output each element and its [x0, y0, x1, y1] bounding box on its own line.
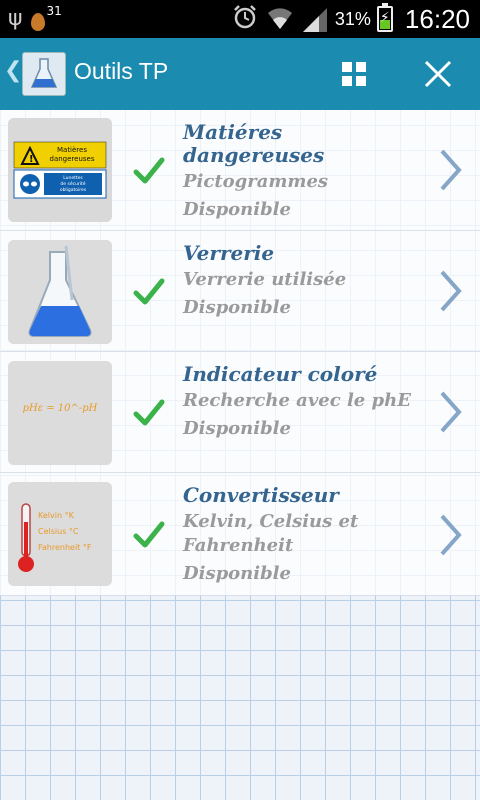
action-bar: ❮ Outils TP — [0, 38, 480, 110]
up-caret-icon[interactable]: ❮ — [4, 58, 22, 83]
item-text: Verrerie Verrerie utilisée Disponible — [183, 242, 433, 320]
grid-view-button[interactable] — [336, 54, 372, 94]
item-status: Disponible — [183, 563, 291, 584]
safety-label-line1: Lunettes — [63, 175, 83, 181]
item-text: Indicateur coloré Recherche avec le phE … — [183, 363, 433, 441]
safety-label-line3: obligatoires — [60, 187, 87, 193]
item-subtitle: Recherche avec le phE — [183, 390, 411, 411]
battery-percent: 31% — [334, 8, 371, 29]
check-icon — [133, 278, 165, 305]
item-subtitle: Pictogrammes — [183, 171, 329, 192]
thermometer-thumbnail: Kelvin °K Celsius °C Fahrenheit °F — [8, 482, 112, 586]
item-subtitle: Verrerie utilisée — [183, 269, 347, 290]
item-status: Disponible — [183, 297, 291, 318]
notification-count: 31 — [46, 4, 62, 18]
erlenmeyer-flask-thumbnail — [8, 240, 112, 344]
wifi-icon — [265, 3, 295, 35]
list-item-convertisseur[interactable]: Kelvin °K Celsius °C Fahrenheit °F Conve… — [0, 473, 480, 596]
chevron-right-icon — [440, 149, 462, 191]
chevron-right-icon — [440, 391, 462, 433]
item-subtitle-line1: Kelvin, Celsius et — [183, 511, 359, 532]
clock: 16:20 — [404, 3, 470, 34]
kelvin-label: Kelvin °K — [38, 511, 75, 520]
ph-formula: pHε = 10^-pH — [23, 403, 98, 414]
item-title-line1: Matiéres — [183, 120, 283, 144]
signal-icon — [301, 6, 329, 32]
battery-charging-icon: ⚡ — [376, 3, 393, 32]
item-status: Disponible — [183, 418, 291, 439]
hazard-label-line2: dangereuses — [50, 155, 95, 163]
usb-icon: ψ — [8, 6, 23, 31]
list-item-verrerie[interactable]: Verrerie Verrerie utilisée Disponible — [0, 231, 480, 352]
close-button[interactable] — [414, 52, 462, 96]
list-item-indicateur-colore[interactable]: pHε = 10^-pH Indicateur coloré Recherche… — [0, 352, 480, 473]
item-title: Convertisseur — [183, 483, 339, 507]
check-icon — [133, 157, 165, 184]
alarm-icon — [231, 3, 259, 35]
notification-icon — [30, 13, 45, 31]
check-icon — [133, 399, 165, 426]
celsius-label: Celsius °C — [38, 527, 79, 536]
hazard-signs-thumbnail: ! Matières dangereuses Lunettes de sécur… — [8, 118, 112, 222]
status-bar: ψ 31 31% ⚡ 16:20 — [0, 0, 480, 38]
page-title: Outils TP — [74, 58, 169, 84]
chevron-right-icon — [440, 270, 462, 312]
fahrenheit-label: Fahrenheit °F — [38, 543, 92, 552]
safety-label-line2: de sécurité — [60, 180, 85, 187]
item-text: Matiéres dangereuses Pictogrammes Dispon… — [183, 121, 433, 222]
chevron-right-icon — [440, 514, 462, 556]
grid-icon — [342, 62, 366, 86]
item-title: Verrerie — [183, 241, 275, 265]
item-subtitle-line2: Fahrenheit — [183, 535, 294, 556]
app-icon[interactable] — [22, 52, 66, 96]
close-icon — [424, 60, 452, 88]
item-text: Convertisseur Kelvin, Celsius et Fahrenh… — [183, 484, 433, 586]
ph-formula-thumbnail: pHε = 10^-pH — [8, 361, 112, 465]
check-icon — [133, 521, 165, 548]
tool-list: ! Matières dangereuses Lunettes de sécur… — [0, 110, 480, 596]
list-item-matieres-dangereuses[interactable]: ! Matières dangereuses Lunettes de sécur… — [0, 110, 480, 231]
item-title: Indicateur coloré — [183, 362, 378, 386]
hazard-label-line1: Matières — [57, 146, 87, 154]
item-status: Disponible — [183, 199, 291, 220]
item-title-line2: dangereuses — [183, 143, 325, 167]
svg-text:!: ! — [29, 154, 34, 165]
